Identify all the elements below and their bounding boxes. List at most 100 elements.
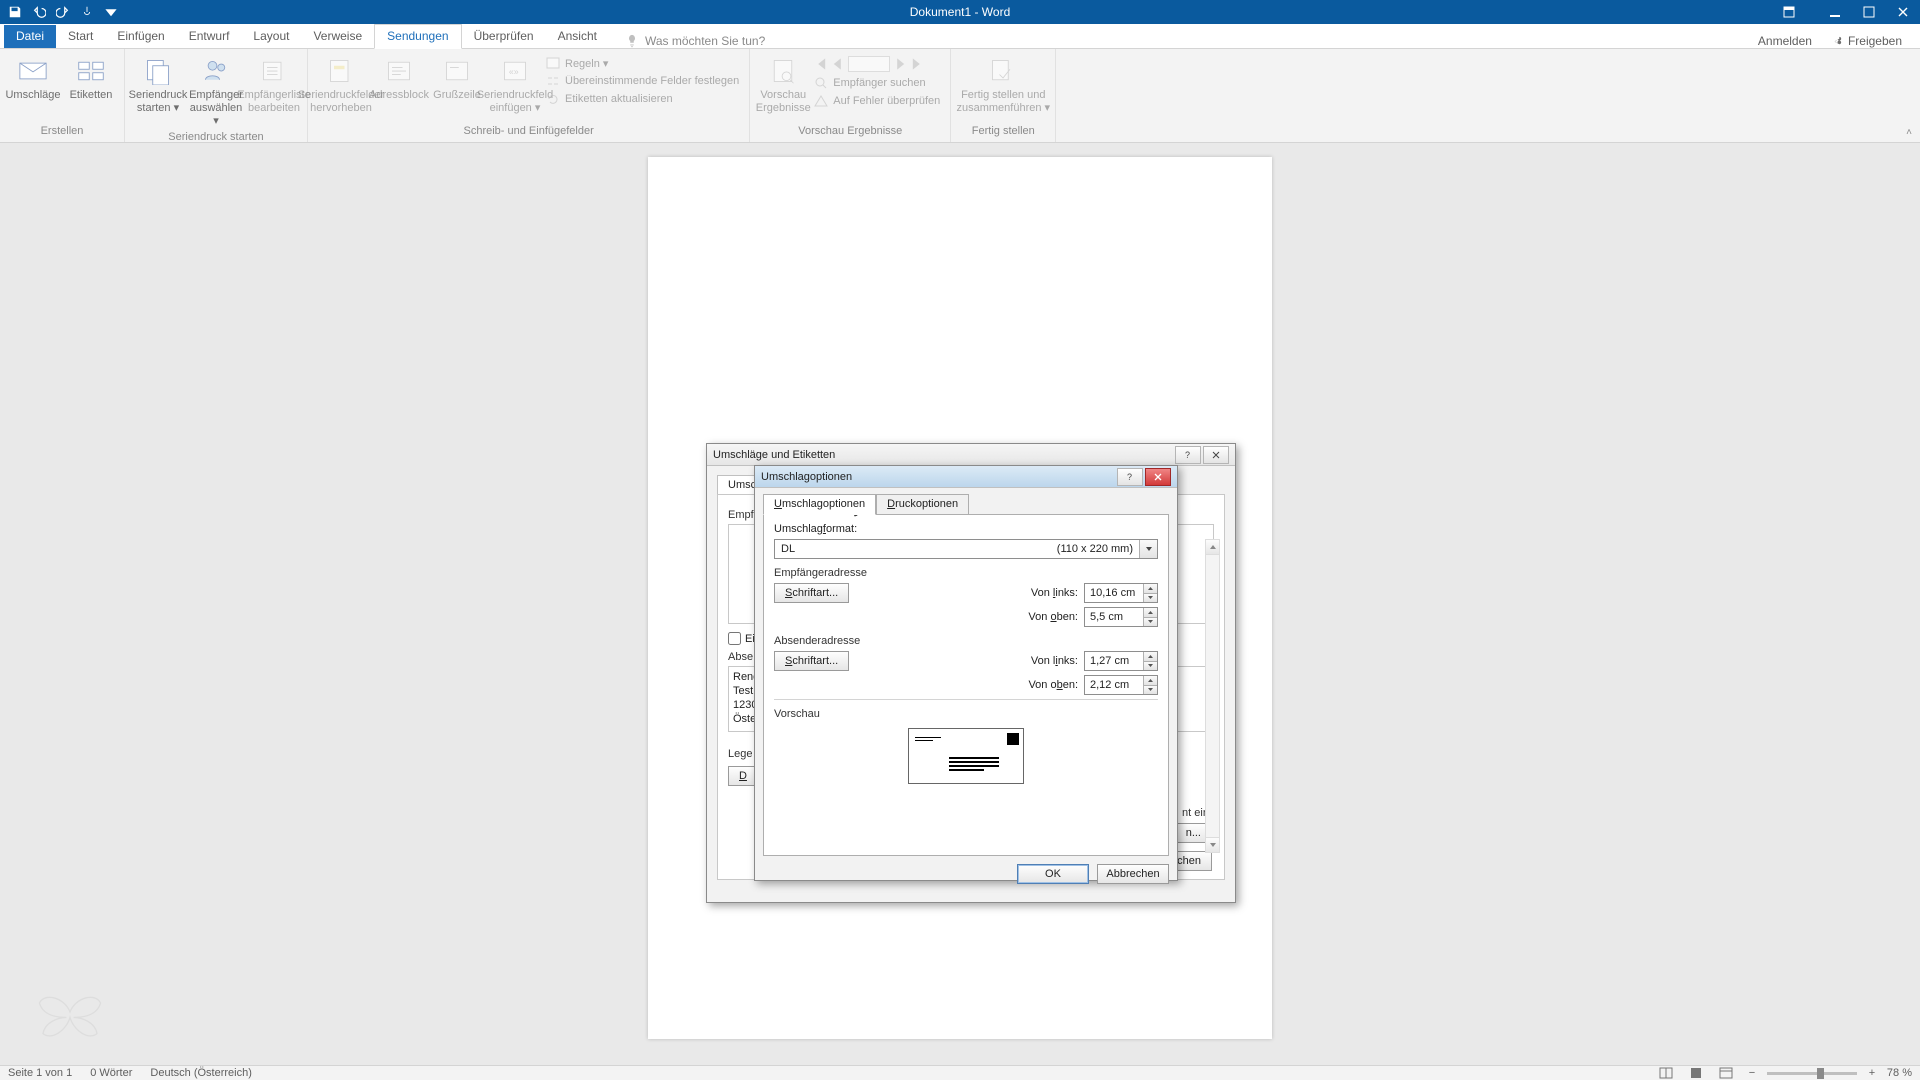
match-icon xyxy=(546,74,560,88)
document-title: Dokument1 - Word xyxy=(910,5,1010,19)
ribbon-group-fertig: Fertig stellen undzusammenführen ▾ Ferti… xyxy=(951,49,1056,142)
merge-field-icon: «» xyxy=(499,55,531,87)
maximize-button[interactable] xyxy=(1852,0,1886,24)
envelope-format-label: Umschlagformat: xyxy=(774,523,857,535)
close-button[interactable] xyxy=(1886,0,1920,24)
select-recipients-button[interactable]: Empfängerauswählen ▾ xyxy=(187,52,245,128)
first-record-icon xyxy=(814,57,828,71)
spin-down-icon[interactable] xyxy=(1144,593,1157,603)
cancel-button[interactable]: Abbrechen xyxy=(1097,864,1169,884)
refresh-icon xyxy=(546,92,560,106)
ribbon-group-einfuegefelder: Seriendruckfelderhervorheben Adressblock… xyxy=(308,49,750,142)
envelope-size-value: DL xyxy=(781,543,795,555)
tab-verweise[interactable]: Verweise xyxy=(301,25,374,48)
spin-up-icon[interactable] xyxy=(1144,584,1157,593)
zoom-in-button[interactable]: + xyxy=(1865,1067,1879,1079)
dialog-envelopes-titlebar[interactable]: Umschläge und Etiketten ? xyxy=(707,444,1235,466)
find-recipient-button: Empfänger suchen xyxy=(814,76,940,90)
spin-up-icon[interactable] xyxy=(1144,676,1157,685)
rules-icon xyxy=(546,56,560,70)
ribbon-display-options-icon[interactable] xyxy=(1772,0,1806,24)
ok-button[interactable]: OK xyxy=(1017,864,1089,884)
check-errors-button: Auf Fehler überprüfen xyxy=(814,94,940,108)
delivery-from-left-spinner[interactable]: 10,16 cm xyxy=(1084,583,1158,603)
zoom-out-button[interactable]: − xyxy=(1745,1067,1759,1079)
delivery-address-section: Empfängeradresse xyxy=(774,567,1158,579)
tab-start[interactable]: Start xyxy=(56,25,105,48)
tab-print-options[interactable]: Druckoptionen xyxy=(876,494,969,515)
dropdown-arrow-icon[interactable] xyxy=(1139,540,1157,558)
delivery-from-top-label: Von oben: xyxy=(1028,611,1078,623)
envelope-size-dropdown[interactable]: DL (110 x 220 mm) xyxy=(774,539,1158,559)
return-from-left-spinner[interactable]: 1,27 cm xyxy=(1084,651,1158,671)
undo-icon[interactable] xyxy=(32,5,46,19)
dialog-envelopes-help-button[interactable]: ? xyxy=(1175,446,1201,464)
signin-link[interactable]: Anmelden xyxy=(1758,34,1812,48)
spin-down-icon[interactable] xyxy=(1144,617,1157,627)
ribbon-group-seriendruck-starten: Seriendruckstarten ▾ Empfängerauswählen … xyxy=(125,49,308,142)
redo-icon[interactable] xyxy=(56,5,70,19)
tab-einfuegen[interactable]: Einfügen xyxy=(105,25,176,48)
status-page[interactable]: Seite 1 von 1 xyxy=(8,1067,72,1079)
delivery-from-top-spinner[interactable]: 5,5 cm xyxy=(1084,607,1158,627)
minimize-button[interactable] xyxy=(1818,0,1852,24)
qat-dropdown-icon[interactable] xyxy=(104,5,118,19)
status-language[interactable]: Deutsch (Österreich) xyxy=(150,1067,251,1079)
zoom-level[interactable]: 78 % xyxy=(1887,1067,1912,1079)
collapse-ribbon-icon[interactable]: ˄ xyxy=(1906,127,1912,138)
alert-icon xyxy=(814,94,828,108)
zoom-slider[interactable] xyxy=(1767,1072,1857,1075)
tab-envelope-options[interactable]: Umschlagoptionen xyxy=(763,494,876,515)
omit-checkbox[interactable] xyxy=(728,632,741,645)
start-mail-merge-button[interactable]: Seriendruckstarten ▾ xyxy=(129,52,187,115)
svg-text:?: ? xyxy=(1185,450,1190,460)
match-fields-button: Übereinstimmende Felder festlegen xyxy=(546,74,739,88)
spin-up-icon[interactable] xyxy=(1144,652,1157,661)
share-icon xyxy=(1830,35,1843,48)
screencast-watermark-icon xyxy=(34,982,106,1047)
delivery-from-left-label: Von links: xyxy=(1031,587,1078,599)
print-layout-button[interactable] xyxy=(1685,1066,1707,1080)
prev-record-icon xyxy=(831,57,845,71)
tab-ansicht[interactable]: Ansicht xyxy=(546,25,609,48)
dialog-envelope-options: Umschlagoptionen ? Umschlagoptionen Druc… xyxy=(754,465,1178,881)
labels-button[interactable]: Etiketten xyxy=(62,52,120,102)
tab-sendungen[interactable]: Sendungen xyxy=(374,24,461,49)
status-words[interactable]: 0 Wörter xyxy=(90,1067,132,1079)
envelopes-button[interactable]: Umschläge xyxy=(4,52,62,102)
dialog-options-close-button[interactable] xyxy=(1145,468,1171,486)
envelope-size-dimensions: (110 x 220 mm) xyxy=(1057,543,1133,555)
dialog-options-help-button[interactable]: ? xyxy=(1117,468,1143,486)
share-button[interactable]: Freigeben xyxy=(1830,34,1902,48)
touch-mode-icon[interactable] xyxy=(80,5,94,19)
status-bar: Seite 1 von 1 0 Wörter Deutsch (Österrei… xyxy=(0,1065,1920,1080)
spin-down-icon[interactable] xyxy=(1144,661,1157,671)
envelope-icon xyxy=(17,55,49,87)
back-dialog-scrollbar[interactable] xyxy=(1205,539,1220,853)
dialog-options-titlebar[interactable]: Umschlagoptionen ? xyxy=(755,466,1177,488)
spin-down-icon[interactable] xyxy=(1144,685,1157,695)
return-font-button[interactable]: Schriftart... xyxy=(774,651,849,671)
labels-icon xyxy=(75,55,107,87)
delivery-font-button[interactable]: Schriftart... xyxy=(774,583,849,603)
return-from-top-spinner[interactable]: 2,12 cm xyxy=(1084,675,1158,695)
tab-ueberpruefen[interactable]: Überprüfen xyxy=(462,25,546,48)
spin-up-icon[interactable] xyxy=(1144,608,1157,617)
address-block-icon xyxy=(383,55,415,87)
quick-access-toolbar xyxy=(0,5,118,19)
tab-entwurf[interactable]: Entwurf xyxy=(177,25,242,48)
save-icon[interactable] xyxy=(8,5,22,19)
tab-file[interactable]: Datei xyxy=(4,25,56,48)
dialog-envelopes-close-button[interactable] xyxy=(1203,446,1229,464)
recipients-icon xyxy=(200,55,232,87)
tell-me-search[interactable]: Was möchten Sie tun? xyxy=(625,34,765,48)
last-record-icon xyxy=(910,57,924,71)
insert-merge-field-button: «» Seriendruckfeldeinfügen ▾ xyxy=(486,52,544,115)
update-labels-button: Etiketten aktualisieren xyxy=(546,92,739,106)
tab-layout[interactable]: Layout xyxy=(241,25,301,48)
preview-results-button: VorschauErgebnisse xyxy=(754,52,812,115)
web-layout-button[interactable] xyxy=(1715,1066,1737,1080)
edit-list-icon xyxy=(258,55,290,87)
edit-recipient-list-button: Empfängerlistebearbeiten xyxy=(245,52,303,115)
read-mode-button[interactable] xyxy=(1655,1066,1677,1080)
